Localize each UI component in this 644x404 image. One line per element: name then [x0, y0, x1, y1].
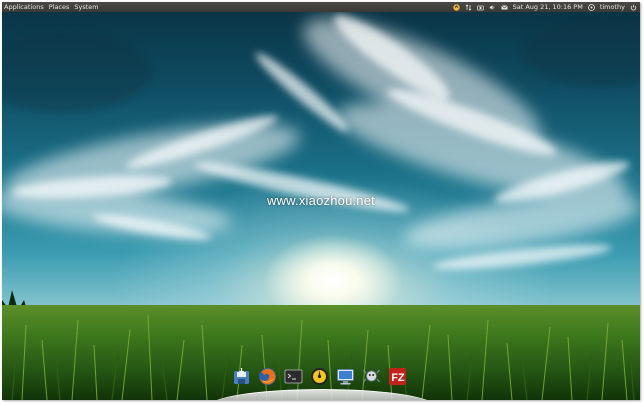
top-panel: Applications Places System Sat Aug 21, 1… [2, 2, 640, 12]
mail-icon[interactable] [500, 4, 508, 11]
clock[interactable]: Sat Aug 21, 10:16 PM [513, 2, 583, 12]
places-menu[interactable]: Places [49, 2, 70, 12]
svg-text:FZ: FZ [391, 372, 405, 384]
main-menu: Applications Places System [4, 2, 99, 12]
terminal-icon[interactable] [284, 367, 303, 386]
system-tray: Sat Aug 21, 10:16 PM timothy [452, 2, 637, 12]
dock-icons: FZ [232, 367, 407, 386]
firefox-icon[interactable] [258, 367, 277, 386]
sound-settings-icon[interactable] [362, 367, 381, 386]
dock-shelf [208, 389, 436, 400]
monitor-icon[interactable] [310, 367, 329, 386]
update-icon[interactable] [452, 3, 460, 11]
dock: FZ [208, 368, 436, 400]
desktop-screen: Applications Places System Sat Aug 21, 1… [2, 2, 640, 400]
wallpaper: www.xiaozhou.net [2, 12, 640, 400]
camera-icon[interactable] [476, 4, 484, 11]
network-icon[interactable] [465, 3, 472, 11]
applications-menu[interactable]: Applications [4, 2, 44, 12]
watermark-text: www.xiaozhou.net [267, 193, 375, 208]
network-preferences-icon[interactable] [336, 367, 355, 386]
volume-icon[interactable] [489, 4, 496, 11]
system-menu[interactable]: System [74, 2, 98, 12]
user-icon [587, 3, 595, 11]
save-icon[interactable] [232, 367, 251, 386]
user-name[interactable]: timothy [600, 2, 625, 12]
filezilla-icon[interactable]: FZ [388, 367, 407, 386]
power-icon[interactable] [630, 4, 637, 11]
